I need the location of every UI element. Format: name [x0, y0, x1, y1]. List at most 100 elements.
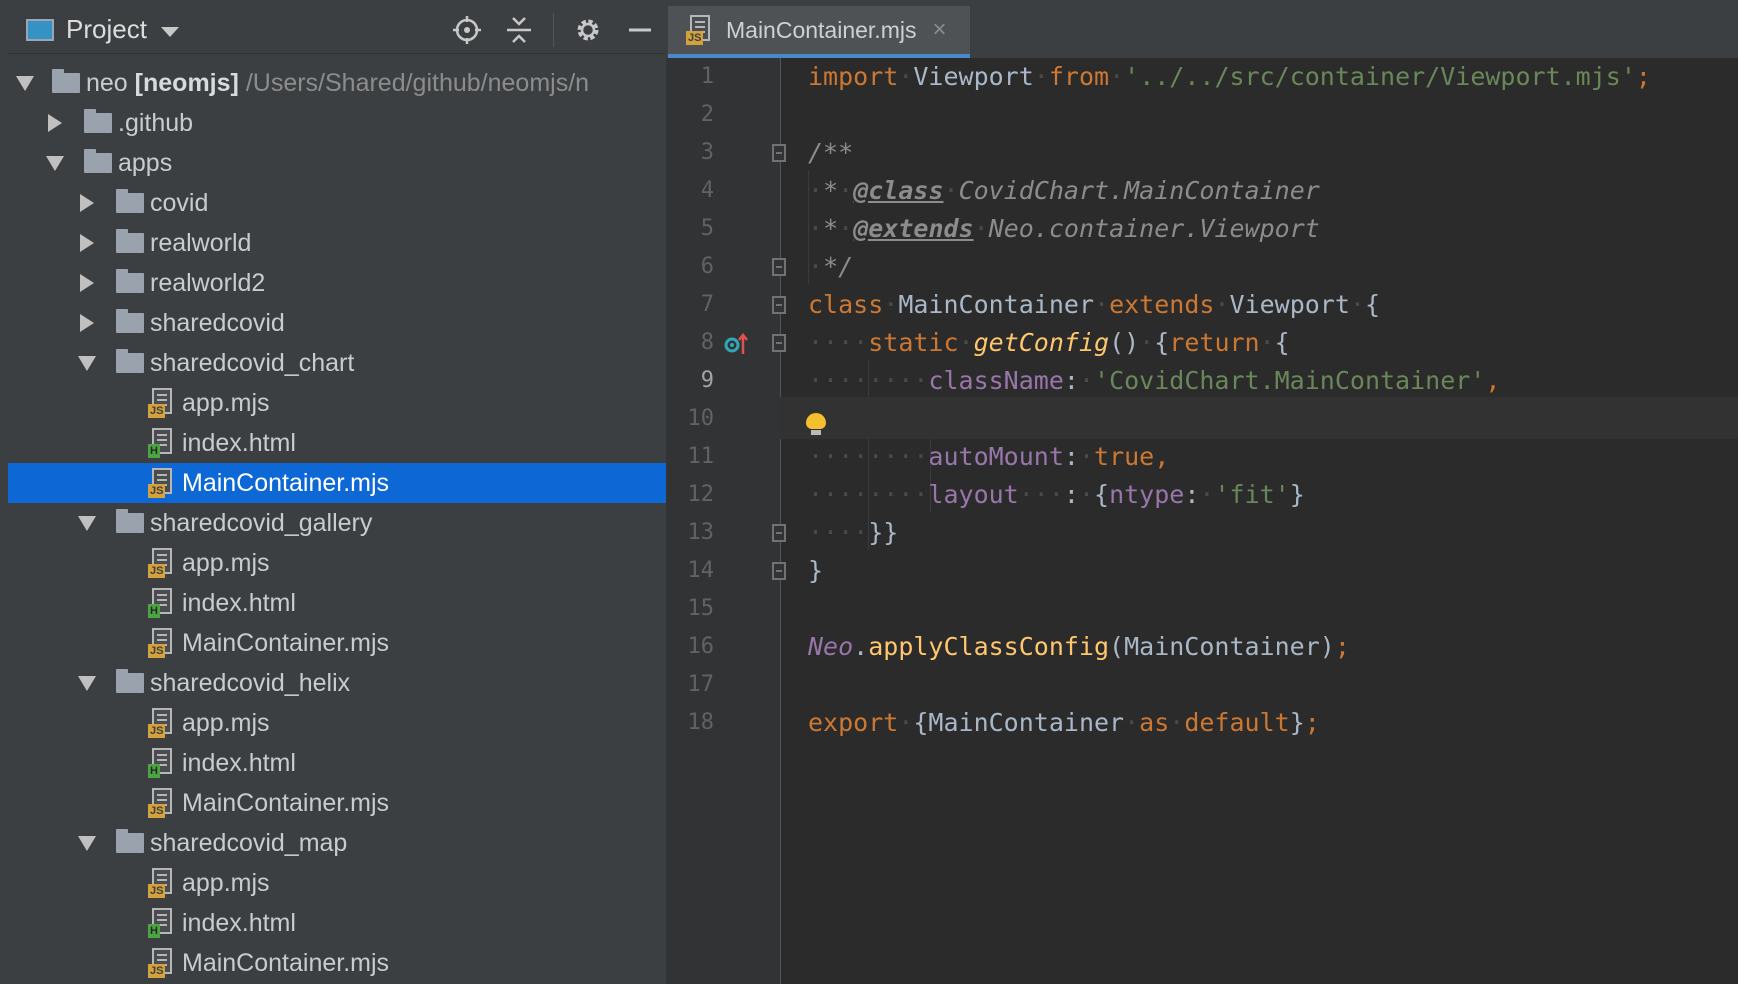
- tree-item-label: apps: [118, 148, 173, 177]
- code-line[interactable]: ····}}: [808, 512, 898, 554]
- tree-folder-row[interactable]: covid: [8, 183, 666, 223]
- project-view-icon: [26, 18, 54, 41]
- line-number-gutter[interactable]: 1 2 3 4 5 6 7 8 9 10 11 12 13 14 15 16 17 18: [666, 58, 780, 984]
- html-file-icon: H: [148, 588, 176, 618]
- close-icon[interactable]: ×: [932, 16, 946, 44]
- tree-folder-row[interactable]: realworld2: [8, 263, 666, 303]
- tree-item-label: index.html: [182, 588, 296, 617]
- line-number: 14: [687, 558, 715, 583]
- lightbulb-icon[interactable]: [806, 413, 826, 435]
- tree-item-label: index.html: [182, 748, 296, 777]
- code-line[interactable]: ·*·@extends·Neo.container.Viewport: [808, 208, 1320, 250]
- tree-file-row[interactable]: JS MainContainer.mjs: [8, 943, 666, 983]
- tab-main-container[interactable]: JS MainContainer.mjs ×: [668, 6, 970, 58]
- tree-file-row[interactable]: JS MainContainer.mjs: [8, 783, 666, 823]
- tree-item-label: app.mjs: [182, 868, 270, 897]
- tree-file-row[interactable]: Hindex.html: [8, 583, 666, 623]
- chevron-down-icon[interactable]: [46, 155, 64, 171]
- chevron-down-icon[interactable]: [16, 75, 34, 91]
- tree-file-row[interactable]: JS MainContainer.mjs: [8, 463, 666, 503]
- tree-root[interactable]: neo [neomjs] /Users/Shared/github/neomjs…: [8, 63, 666, 103]
- tree-item-label: covid: [150, 188, 209, 217]
- tree-folder-row[interactable]: sharedcovid_gallery: [8, 503, 666, 543]
- project-panel-header: Project: [8, 6, 666, 54]
- gear-icon[interactable]: [562, 6, 614, 54]
- tree-item-label: app.mjs: [182, 548, 270, 577]
- tree-file-row[interactable]: Hindex.html: [8, 743, 666, 783]
- tree-folder-row[interactable]: sharedcovid_helix: [8, 663, 666, 703]
- root-name: neo: [86, 68, 128, 97]
- override-method-icon[interactable]: [724, 332, 750, 362]
- line-number: 5: [700, 216, 714, 241]
- root-module: [neomjs]: [134, 68, 239, 97]
- tree-folder-row[interactable]: realworld: [8, 223, 666, 263]
- tree-file-row[interactable]: JS app.mjs: [8, 543, 666, 583]
- line-number: 17: [687, 672, 715, 697]
- project-panel: Project neo [neomjs] /Users/Shared/githu…: [0, 0, 666, 984]
- code-line[interactable]: Neo.applyClassConfig(MainContainer);: [808, 626, 1350, 668]
- tree-item-label: app.mjs: [182, 388, 270, 417]
- editor-tab-bar: JS MainContainer.mjs ×: [666, 0, 1738, 58]
- line-number: 7: [700, 292, 714, 317]
- locate-icon[interactable]: [441, 6, 493, 54]
- tree-item-label: sharedcovid_map: [150, 828, 348, 857]
- code-line[interactable]: ········className:·'CovidChart.MainConta…: [808, 360, 1500, 402]
- chevron-right-icon[interactable]: [80, 194, 94, 212]
- minimize-icon[interactable]: [614, 6, 666, 54]
- chevron-right-icon[interactable]: [80, 274, 94, 292]
- header-separator: [553, 13, 554, 47]
- fold-marker-icon[interactable]: [772, 524, 786, 542]
- line-number: 6: [700, 254, 714, 279]
- chevron-right-icon[interactable]: [48, 114, 62, 132]
- chevron-right-icon[interactable]: [80, 234, 94, 252]
- tree-item-label: sharedcovid: [150, 308, 285, 337]
- code-line[interactable]: import·Viewport·from·'../../src/containe…: [808, 56, 1651, 98]
- collapse-all-icon[interactable]: [493, 6, 545, 54]
- code-line[interactable]: export·{MainContainer·as·default};: [808, 702, 1320, 744]
- folder-icon: [116, 349, 144, 373]
- chevron-down-icon[interactable]: [78, 675, 96, 691]
- tree-file-row[interactable]: JS MainContainer.mjs: [8, 623, 666, 663]
- code-line[interactable]: ········layout···:·{ntype:·'fit'}: [808, 474, 1305, 516]
- tree-item-label: sharedcovid_gallery: [150, 508, 373, 537]
- chevron-down-icon[interactable]: [160, 26, 179, 37]
- tree-file-row[interactable]: JS app.mjs: [8, 703, 666, 743]
- tree-folder-row[interactable]: apps: [8, 143, 666, 183]
- tree-folder-row[interactable]: sharedcovid_map: [8, 823, 666, 863]
- tree-file-row[interactable]: JS app.mjs: [8, 383, 666, 423]
- tree-file-row[interactable]: Hindex.html: [8, 903, 666, 943]
- chevron-down-icon[interactable]: [78, 515, 96, 531]
- tree-folder-row[interactable]: sharedcovid_chart: [8, 343, 666, 383]
- code-line[interactable]: ········autoMount:·true,: [808, 436, 1169, 478]
- fold-marker-icon[interactable]: [772, 258, 786, 276]
- code-line[interactable]: ····static·getConfig()·{return·{: [808, 322, 1290, 364]
- tree-item-label: realworld2: [150, 268, 266, 297]
- folder-icon: [116, 309, 144, 333]
- code-line[interactable]: }: [808, 550, 823, 592]
- js-file-icon: JS: [148, 548, 176, 578]
- tree-folder-row[interactable]: sharedcovid: [8, 303, 666, 343]
- chevron-down-icon[interactable]: [78, 835, 96, 851]
- folder-icon: [116, 229, 144, 253]
- fold-marker-icon[interactable]: [772, 144, 786, 162]
- tree-items: .github apps covid realworld realworld2 share…: [8, 103, 666, 983]
- tree-item-label: .github: [118, 108, 194, 137]
- tree-folder-row[interactable]: .github: [8, 103, 666, 143]
- code-line[interactable]: ·*·@class·CovidChart.MainContainer: [808, 170, 1320, 212]
- fold-marker-icon[interactable]: [772, 296, 786, 314]
- fold-marker-icon[interactable]: [772, 562, 786, 580]
- tree-item-label: app.mjs: [182, 708, 270, 737]
- js-file-icon: JS: [686, 15, 714, 45]
- code-line[interactable]: class·MainContainer·extends·Viewport·{: [808, 284, 1380, 326]
- line-number: 8: [700, 330, 714, 355]
- panel-title[interactable]: Project: [66, 14, 147, 45]
- chevron-down-icon[interactable]: [78, 355, 96, 371]
- fold-marker-icon[interactable]: [772, 334, 786, 352]
- tree-file-row[interactable]: JS app.mjs: [8, 863, 666, 903]
- code-line[interactable]: /**: [808, 132, 853, 174]
- code-area[interactable]: import·Viewport·from·'../../src/containe…: [780, 58, 1738, 984]
- tab-label: MainContainer.mjs: [726, 16, 917, 43]
- tree-file-row[interactable]: Hindex.html: [8, 423, 666, 463]
- code-line[interactable]: ·*/: [808, 246, 853, 288]
- chevron-right-icon[interactable]: [80, 314, 94, 332]
